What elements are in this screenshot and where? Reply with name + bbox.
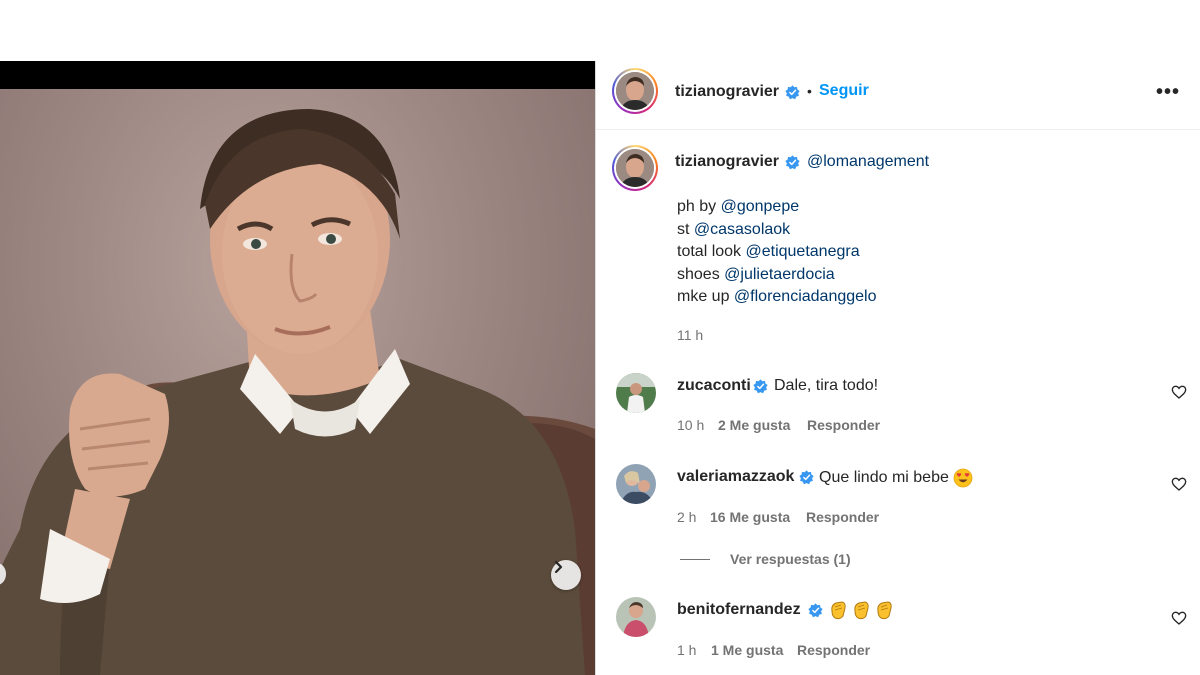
author-avatar-image (616, 72, 654, 110)
comment-avatar-image (616, 373, 656, 413)
post-details-panel: tizianogravier • Seguir ••• tizianogravi… (595, 61, 1200, 675)
comment-likes[interactable]: 16 Me gusta (710, 509, 790, 525)
comment-avatar-valeriamazzaok[interactable] (616, 464, 656, 504)
post-photo (0, 89, 595, 675)
caption-username[interactable]: tizianogravier (675, 153, 779, 171)
view-replies-label: Ver respuestas (1) (730, 551, 851, 567)
heart-icon[interactable] (1171, 476, 1187, 492)
comment-username[interactable]: benitofernandez (677, 601, 801, 619)
comment-timestamp[interactable]: 10 h (677, 417, 704, 433)
separator-dot: • (807, 83, 812, 99)
post-media-panel (0, 61, 595, 675)
comment-text (828, 599, 896, 621)
caption-mention[interactable]: @gonpepe (721, 198, 800, 215)
verified-badge-icon (785, 155, 800, 170)
comment-likes[interactable]: 2 Me gusta (718, 417, 790, 433)
heart-icon[interactable] (1171, 610, 1187, 626)
instagram-post-view: tizianogravier • Seguir ••• tizianogravi… (0, 0, 1200, 675)
comment-username[interactable]: zucaconti (677, 377, 751, 395)
comment-avatar-benitofernandez[interactable] (616, 597, 656, 637)
heart-icon[interactable] (1171, 384, 1187, 400)
caption-avatar-image (616, 149, 654, 187)
author-username[interactable]: tizianogravier (675, 83, 779, 101)
chevron-right-icon (554, 560, 563, 574)
author-avatar[interactable] (612, 68, 658, 114)
caption-line: mke up @florenciadanggelo (677, 288, 877, 305)
comment-reply-button[interactable]: Responder (806, 509, 879, 525)
comment-avatar-image (616, 464, 656, 504)
comment-reply-button[interactable]: Responder (797, 642, 870, 658)
follow-button[interactable]: Seguir (819, 82, 869, 100)
heart-eyes-emoji (953, 468, 973, 488)
caption-line: shoes @julietaerdocia (677, 265, 835, 283)
caption-line: st @casasolaok (677, 220, 791, 238)
view-replies-button[interactable]: Ver respuestas (1) (680, 551, 851, 567)
comment-reply-button[interactable]: Responder (807, 417, 880, 433)
caption-mention[interactable]: @etiquetanegra (745, 243, 859, 260)
comment-username[interactable]: valeriamazzaok (677, 468, 794, 486)
next-photo-button[interactable] (551, 560, 581, 590)
caption-author-avatar[interactable] (612, 145, 658, 191)
comment-text: Dale, tira todo! (774, 377, 879, 394)
caption-mention-lomanagement[interactable]: @lomanagement (807, 151, 929, 174)
comment-avatar-image (616, 597, 656, 637)
comment-text: Que lindo mi bebe (819, 468, 973, 488)
comment-likes[interactable]: 1 Me gusta (711, 642, 783, 658)
more-options-icon[interactable]: ••• (1156, 81, 1180, 104)
caption-timestamp[interactable]: 11 h (677, 327, 703, 343)
comment-timestamp[interactable]: 2 h (677, 509, 696, 525)
caption-mention[interactable]: @julietaerdocia (724, 266, 835, 283)
clapping-hands-emoji (831, 601, 892, 620)
verified-badge-icon (808, 603, 823, 618)
post-header: tizianogravier • Seguir ••• (596, 61, 1200, 130)
caption-body: ph by @gonpepe st @casasolaok total look… (677, 196, 876, 309)
verified-badge-icon (785, 85, 800, 100)
caption-line: ph by @gonpepe (677, 198, 800, 215)
comment-timestamp[interactable]: 1 h (677, 642, 696, 658)
verified-badge-icon (753, 379, 768, 394)
replies-divider-line (680, 558, 710, 560)
caption-mention[interactable]: @casasolaok (694, 221, 790, 238)
verified-badge-icon (799, 470, 814, 485)
comment-avatar-zucaconti[interactable] (616, 373, 656, 413)
caption-line: total look @etiquetanegra (677, 243, 860, 260)
post-photo-illustration (0, 109, 595, 675)
caption-mention[interactable]: @florenciadanggelo (734, 288, 877, 305)
